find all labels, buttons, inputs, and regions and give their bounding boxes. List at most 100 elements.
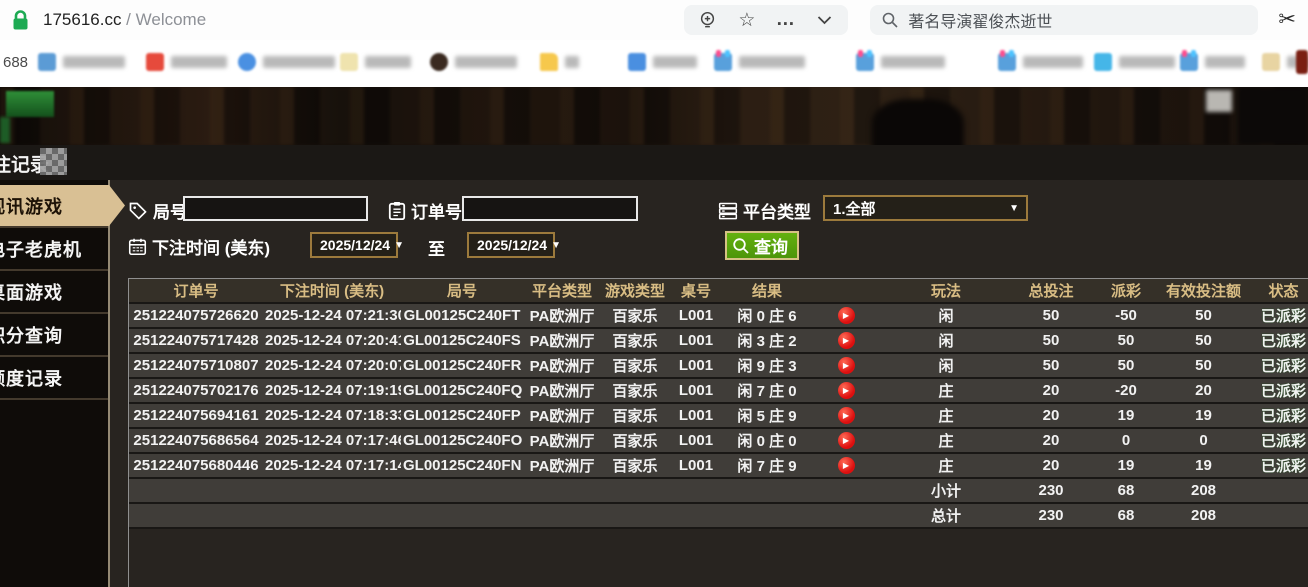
bookmark-favicon (38, 53, 56, 71)
favicon-dot (1009, 50, 1014, 57)
bookmark-item[interactable] (540, 53, 579, 71)
play-video-icon[interactable]: ▶ (837, 407, 855, 425)
bookmark-item[interactable] (430, 53, 517, 71)
bookmark-item[interactable] (714, 50, 805, 71)
round-number-input[interactable] (183, 196, 368, 221)
bookmark-item[interactable] (856, 50, 945, 71)
cell-payout: 19 (1091, 404, 1161, 429)
cell-round (401, 504, 523, 529)
cell-valid: 50 (1161, 304, 1246, 329)
bookmark-favicon (856, 50, 874, 71)
bookmark-favicon (1296, 50, 1308, 74)
date-from-select[interactable]: 2025/12/24 ▼ (310, 232, 404, 258)
sidebar-item-3[interactable]: 桌面游戏 (0, 271, 108, 314)
table-header-cell: 游戏类型 (601, 279, 669, 304)
table-row: 251224075686564 2025-12-24 07:17:46 GL0012… (129, 429, 1308, 454)
cell-valid: 19 (1161, 454, 1246, 479)
cell-payout: 50 (1091, 329, 1161, 354)
cell-round: GL00125C240FQ (401, 379, 523, 404)
bookmark-item[interactable] (998, 50, 1083, 71)
grandtotal-row: 总计 230 68 208 (129, 504, 1308, 529)
bookmark-label-blurred (365, 56, 411, 68)
screen: 175616.cc / Welcome ☆ … 著名导演翟俊杰逝世 ✂ 688 (0, 0, 1308, 587)
bookmark-label-blurred (1023, 56, 1083, 68)
scissors-icon[interactable]: ✂ (1278, 7, 1296, 32)
star-icon[interactable]: ☆ (737, 10, 756, 31)
bookmark-item[interactable] (38, 53, 125, 71)
sidebar-item-5[interactable]: 额度记录 (0, 357, 108, 400)
cell-order (129, 504, 263, 529)
play-video-icon[interactable]: ▶ (837, 332, 855, 350)
date-range-to-label: 至 (428, 240, 445, 259)
bookmark-label-blurred (881, 56, 945, 68)
table-header-cell: 下注时间 (美东) (263, 279, 401, 304)
platform-filter-label: 平台类型 (718, 198, 811, 223)
date-to-value: 2025/12/24 (477, 237, 548, 253)
play-video-icon[interactable]: ▶ (837, 432, 855, 450)
bookmark-label-blurred (1205, 56, 1245, 68)
query-button[interactable]: 查询 (725, 231, 799, 260)
play-video-icon[interactable]: ▶ (837, 357, 855, 375)
bookmark-favicon (430, 53, 448, 71)
cell-order: 251224075726620 (129, 304, 263, 329)
cell-game: 百家乐 (601, 454, 669, 479)
cell-game (601, 479, 669, 504)
order-number-input[interactable] (462, 196, 638, 221)
cell-result: 闲 0 庄 6 (723, 304, 811, 329)
cell-round: GL00125C240FT (401, 304, 523, 329)
bookmark-item[interactable] (1180, 50, 1245, 71)
sidebar-item-2[interactable]: 电子老虎机 (0, 228, 108, 271)
banner-texture (0, 87, 1308, 145)
lock-icon (13, 9, 28, 29)
table-header-cell: 桌号 (669, 279, 723, 304)
platform-type-select[interactable]: 1.全部 ▼ (823, 195, 1028, 221)
page-title-bar: 注记录 (0, 145, 1308, 180)
sidebar-item-1[interactable]: 视讯游戏 (0, 185, 108, 228)
table-row: 251224075710807 2025-12-24 07:20:07 GL0012… (129, 354, 1308, 379)
bookmark-item[interactable] (628, 53, 697, 71)
play-video-icon[interactable]: ▶ (837, 457, 855, 475)
browser-search-box[interactable]: 著名导演翟俊杰逝世 (870, 5, 1259, 35)
table-header-cell: 有效投注额 (1161, 279, 1246, 304)
clipboard-icon (388, 201, 406, 220)
chevron-down-icon[interactable] (815, 11, 834, 30)
cell-status (1246, 479, 1308, 504)
cell-playtype: 庄 (881, 379, 1011, 404)
bookmark-item[interactable] (1296, 50, 1308, 74)
bookmark-item[interactable] (238, 53, 335, 71)
cell-game: 百家乐 (601, 429, 669, 454)
table-header-cell: 状态 (1246, 279, 1308, 304)
cell-total: 50 (1011, 354, 1091, 379)
cell-valid: 20 (1161, 379, 1246, 404)
cell-time: 2025-12-24 07:20:07 (263, 354, 401, 379)
bookmark-item[interactable] (146, 53, 227, 71)
sidebar-item-4[interactable]: 积分查询 (0, 314, 108, 357)
cell-round (401, 479, 523, 504)
bookmark-item[interactable] (1094, 53, 1175, 71)
query-button-label: 查询 (754, 238, 788, 257)
bookmark-item[interactable] (340, 53, 411, 71)
play-video-icon[interactable]: ▶ (837, 382, 855, 400)
cell-total: 230 (1011, 479, 1091, 504)
dropdown-arrow-icon: ▼ (551, 239, 561, 251)
server-list-icon (718, 202, 738, 219)
cell-time: 2025-12-24 07:19:19 (263, 379, 401, 404)
cell-order: 251224075702176 (129, 379, 263, 404)
cell-playtype: 庄 (881, 454, 1011, 479)
cell-result: 闲 3 庄 2 (723, 329, 811, 354)
date-to-select[interactable]: 2025/12/24 ▼ (467, 232, 561, 258)
ellipsis-icon[interactable]: … (776, 9, 795, 30)
sidebar-item-label: 视讯游戏 (0, 196, 63, 217)
cell-total: 50 (1011, 304, 1091, 329)
cell-platform: PA欧洲厅 (523, 304, 601, 329)
cell-game: 百家乐 (601, 329, 669, 354)
cell-game: 百家乐 (601, 379, 669, 404)
bet-time-filter-label: 下注时间 (美东) (128, 234, 270, 259)
cell-payout: 50 (1091, 354, 1161, 379)
badge-plus-icon[interactable] (698, 11, 717, 30)
cell-playtype: 闲 (881, 329, 1011, 354)
url-text[interactable]: 175616.cc / Welcome (43, 10, 206, 30)
cell-game: 百家乐 (601, 304, 669, 329)
play-video-icon[interactable]: ▶ (837, 307, 855, 325)
bookmark-favicon (146, 53, 164, 71)
